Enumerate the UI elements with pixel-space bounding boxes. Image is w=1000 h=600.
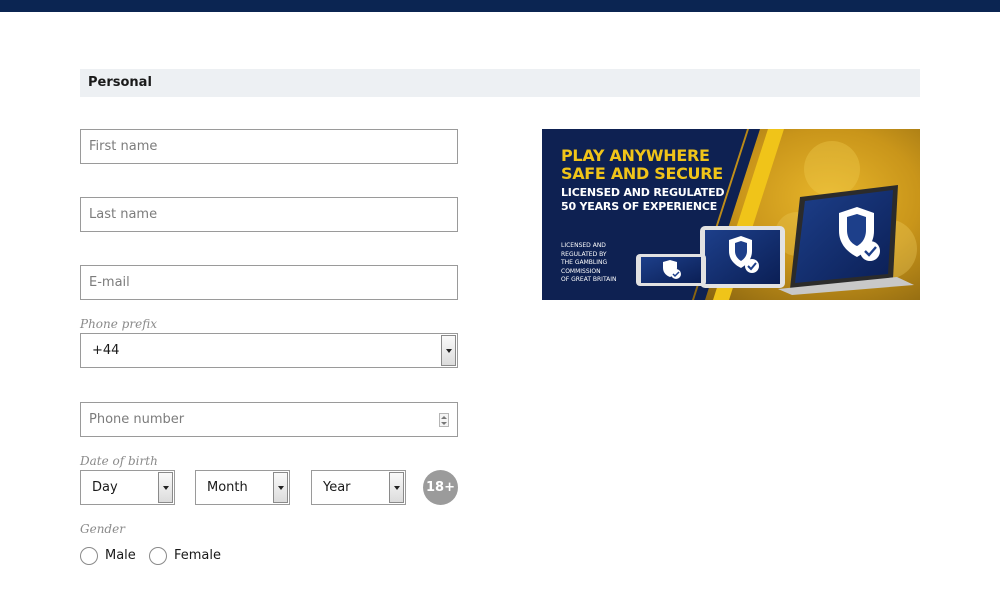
play-anywhere-banner[interactable]: PLAY ANYWHERE SAFE AND SECURE LICENSED A… [542,129,920,300]
age-18-plus-badge: 18+ [423,470,458,505]
gender-female-radio[interactable] [149,547,167,565]
number-spinner-icon[interactable] [439,413,449,427]
banner-licence-text-5: OF GREAT BRITAIN [561,276,617,283]
banner-subline-1: LICENSED AND REGULATED [561,186,725,199]
chevron-down-icon[interactable] [273,472,288,503]
phone-prefix-select[interactable]: +44 [80,333,458,368]
banner-headline-line-2: SAFE AND SECURE [561,164,723,183]
phone-number-input[interactable] [81,403,457,436]
dob-month-select[interactable]: Month [195,470,290,505]
banner-licence-text-1: LICENSED AND [561,242,606,249]
banner-headline-line-1: PLAY ANYWHERE [561,146,710,165]
phone-prefix-value: +44 [92,343,120,358]
dob-year-select[interactable]: Year [311,470,406,505]
banner-licence-text-3: THE GAMBLING [561,259,608,266]
first-name-input[interactable] [81,130,457,163]
gender-female-label[interactable]: Female [174,548,221,563]
dob-year-value: Year [323,480,351,495]
banner-licence-text-2: REGULATED BY [561,250,607,258]
chevron-down-icon[interactable] [158,472,173,503]
section-header-personal: Personal [80,69,920,97]
last-name-input[interactable] [81,198,457,231]
banner-subline-2: 50 YEARS OF EXPERIENCE [561,200,718,213]
email-field[interactable] [80,265,458,300]
phone-prefix-label: Phone prefix [80,317,157,331]
chevron-down-icon[interactable] [389,472,404,503]
last-name-field[interactable] [80,197,458,232]
dob-month-value: Month [207,480,248,495]
top-navigation-bar [0,0,1000,12]
email-input[interactable] [81,266,457,299]
banner-licence-text-4: COMMISSION [561,267,601,275]
gender-male-label[interactable]: Male [105,548,136,563]
phone-number-field[interactable] [80,402,458,437]
first-name-field[interactable] [80,129,458,164]
dob-day-select[interactable]: Day [80,470,175,505]
date-of-birth-label: Date of birth [80,454,158,468]
chevron-down-icon[interactable] [441,335,456,366]
gender-label: Gender [80,522,125,536]
gender-male-radio[interactable] [80,547,98,565]
dob-day-value: Day [92,480,118,495]
